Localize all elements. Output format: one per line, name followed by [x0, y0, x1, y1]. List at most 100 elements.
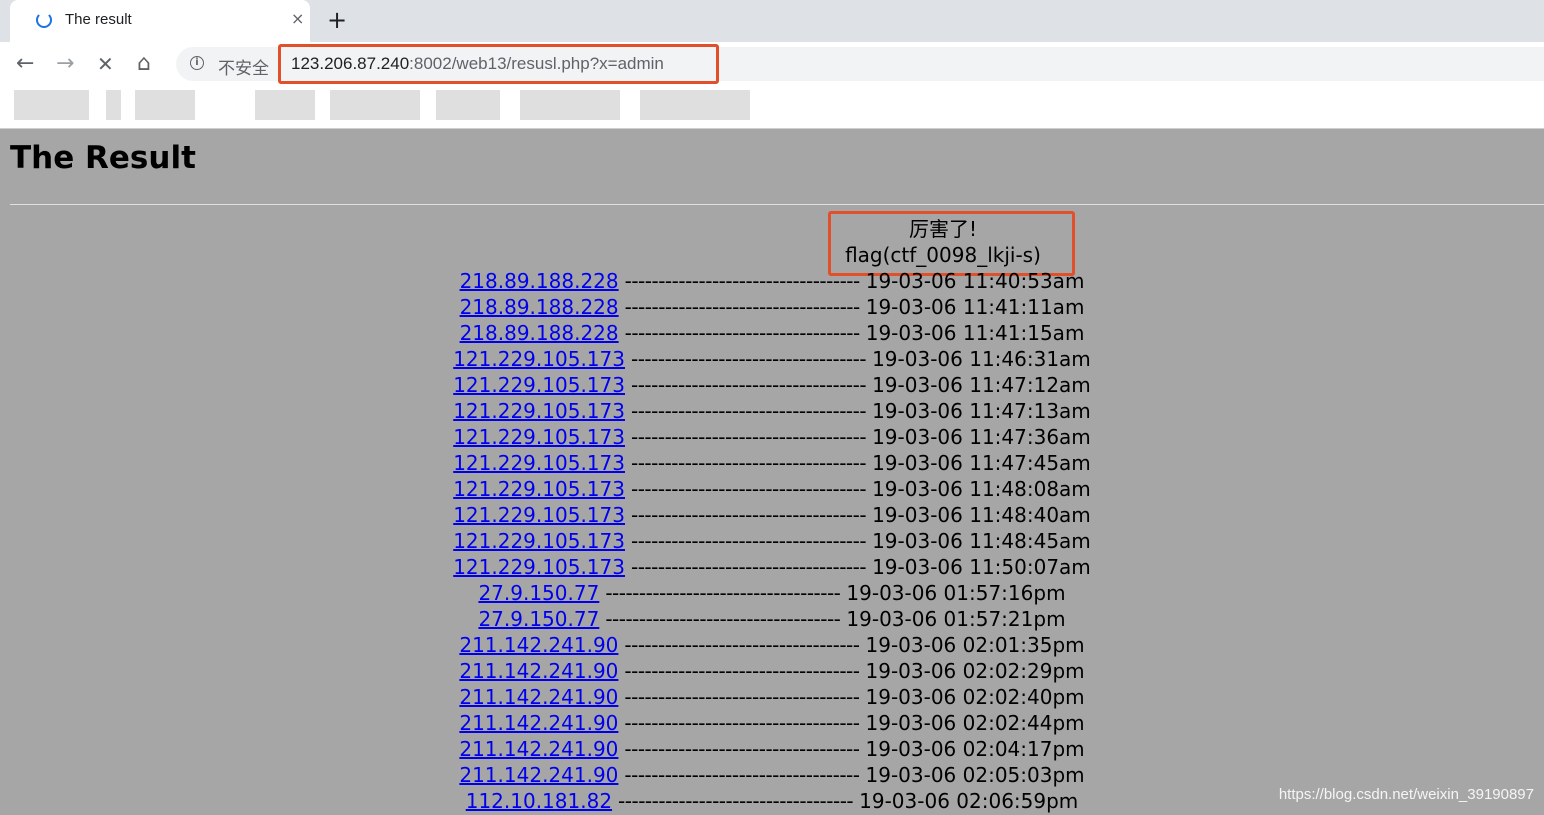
list-item: 121.229.105.173 -------------------------…	[0, 372, 1544, 398]
tab-title: The result	[65, 11, 132, 28]
list-item: 121.229.105.173 -------------------------…	[0, 502, 1544, 528]
dash-separator: -----------------------------------	[630, 529, 867, 553]
ip-link[interactable]: 218.89.188.228	[460, 295, 619, 319]
timestamp: 19-03-06 11:48:08am	[872, 477, 1091, 501]
back-button[interactable]: ←	[16, 50, 34, 78]
new-tab-button[interactable]: +	[327, 6, 347, 34]
list-item: 211.142.241.90 --------------------------…	[0, 632, 1544, 658]
timestamp: 19-03-06 11:47:45am	[872, 451, 1091, 475]
dash-separator: -----------------------------------	[630, 477, 867, 501]
dash-separator: -----------------------------------	[618, 789, 854, 813]
dash-separator: -----------------------------------	[624, 763, 860, 787]
browser-tab[interactable]: The result ×	[10, 0, 310, 42]
dash-separator: -----------------------------------	[630, 399, 867, 423]
ip-link[interactable]: 211.142.241.90	[459, 685, 618, 709]
list-item: 218.89.188.228 --------------------------…	[0, 294, 1544, 320]
blurred-bookmark	[330, 90, 420, 120]
dash-separator: -----------------------------------	[624, 711, 860, 735]
timestamp: 19-03-06 01:57:16pm	[846, 581, 1066, 605]
ip-link[interactable]: 121.229.105.173	[453, 373, 625, 397]
ip-link[interactable]: 211.142.241.90	[459, 737, 618, 761]
ip-link[interactable]: 218.89.188.228	[460, 321, 619, 345]
dash-separator: -----------------------------------	[624, 633, 860, 657]
dash-separator: -----------------------------------	[624, 295, 861, 319]
access-log-list: 218.89.188.228 --------------------------…	[0, 268, 1544, 814]
ip-link[interactable]: 121.229.105.173	[453, 347, 625, 371]
list-item: 218.89.188.228 --------------------------…	[0, 268, 1544, 294]
timestamp: 19-03-06 02:02:44pm	[865, 711, 1085, 735]
ip-link[interactable]: 218.89.188.228	[460, 269, 619, 293]
timestamp: 19-03-06 11:47:13am	[872, 399, 1091, 423]
info-icon[interactable]: i	[190, 56, 204, 70]
list-item: 121.229.105.173 -------------------------…	[0, 424, 1544, 450]
ip-link[interactable]: 211.142.241.90	[459, 659, 618, 683]
timestamp: 19-03-06 11:50:07am	[872, 555, 1091, 579]
url-highlight-box	[278, 44, 719, 84]
ip-link[interactable]: 121.229.105.173	[453, 451, 625, 475]
blurred-bookmark	[135, 90, 195, 120]
blurred-bookmark	[640, 90, 750, 120]
dash-separator: -----------------------------------	[605, 607, 841, 631]
tab-close-icon[interactable]: ×	[291, 9, 304, 28]
ip-link[interactable]: 121.229.105.173	[453, 399, 625, 423]
ip-link[interactable]: 121.229.105.173	[453, 503, 625, 527]
dash-separator: -----------------------------------	[630, 503, 867, 527]
ip-link[interactable]: 121.229.105.173	[453, 529, 625, 553]
timestamp: 19-03-06 11:41:15am	[865, 321, 1085, 345]
list-item: 211.142.241.90 --------------------------…	[0, 684, 1544, 710]
ip-link[interactable]: 121.229.105.173	[453, 555, 625, 579]
timestamp: 19-03-06 02:01:35pm	[865, 633, 1085, 657]
ip-link[interactable]: 121.229.105.173	[453, 477, 625, 501]
timestamp: 19-03-06 11:41:11am	[865, 295, 1085, 319]
timestamp: 19-03-06 02:05:03pm	[865, 763, 1085, 787]
ip-link[interactable]: 211.142.241.90	[459, 633, 618, 657]
forward-button[interactable]: →	[56, 50, 74, 78]
ip-link[interactable]: 27.9.150.77	[478, 607, 599, 631]
list-item: 218.89.188.228 --------------------------…	[0, 320, 1544, 346]
timestamp: 19-03-06 11:40:53am	[865, 269, 1085, 293]
list-item: 211.142.241.90 --------------------------…	[0, 710, 1544, 736]
dash-separator: -----------------------------------	[624, 659, 860, 683]
flag-highlight-box	[828, 211, 1075, 276]
dash-separator: -----------------------------------	[630, 451, 867, 475]
blurred-bookmark	[14, 90, 89, 120]
dash-separator: -----------------------------------	[630, 347, 867, 371]
list-item: 211.142.241.90 --------------------------…	[0, 736, 1544, 762]
list-item: 121.229.105.173 -------------------------…	[0, 476, 1544, 502]
list-item: 211.142.241.90 --------------------------…	[0, 658, 1544, 684]
timestamp: 19-03-06 11:48:40am	[872, 503, 1091, 527]
timestamp: 19-03-06 02:04:17pm	[865, 737, 1085, 761]
blurred-bookmark	[520, 90, 620, 120]
ip-link[interactable]: 211.142.241.90	[459, 763, 618, 787]
security-label[interactable]: 不安全	[218, 54, 269, 79]
stop-button[interactable]: ✕	[97, 50, 114, 78]
list-item: 121.229.105.173 -------------------------…	[0, 346, 1544, 372]
home-button[interactable]: ⌂	[137, 50, 151, 78]
list-item: 121.229.105.173 -------------------------…	[0, 398, 1544, 424]
dash-separator: -----------------------------------	[624, 321, 861, 345]
ip-link[interactable]: 121.229.105.173	[453, 425, 625, 449]
ip-link[interactable]: 211.142.241.90	[459, 711, 618, 735]
timestamp: 19-03-06 11:46:31am	[872, 347, 1091, 371]
ip-link[interactable]: 27.9.150.77	[478, 581, 599, 605]
list-item: 27.9.150.77 -----------------------------…	[0, 580, 1544, 606]
dash-separator: -----------------------------------	[605, 581, 841, 605]
list-item: 211.142.241.90 --------------------------…	[0, 762, 1544, 788]
dash-separator: -----------------------------------	[624, 269, 861, 293]
dash-separator: -----------------------------------	[624, 685, 860, 709]
dash-separator: -----------------------------------	[624, 737, 860, 761]
timestamp: 19-03-06 02:02:40pm	[865, 685, 1085, 709]
blurred-bookmark	[436, 90, 500, 120]
watermark: https://blog.csdn.net/weixin_39190897	[1278, 786, 1534, 803]
dash-separator: -----------------------------------	[630, 425, 867, 449]
page-title: The Result	[10, 140, 196, 176]
tab-strip: The result × +	[0, 0, 1544, 42]
ip-link[interactable]: 112.10.181.82	[466, 789, 612, 813]
timestamp: 19-03-06 11:48:45am	[872, 529, 1091, 553]
timestamp: 19-03-06 11:47:36am	[872, 425, 1091, 449]
list-item: 121.229.105.173 -------------------------…	[0, 528, 1544, 554]
blurred-bookmark	[255, 90, 315, 120]
loading-spinner-icon	[36, 12, 52, 28]
timestamp: 19-03-06 11:47:12am	[872, 373, 1091, 397]
list-item: 27.9.150.77 -----------------------------…	[0, 606, 1544, 632]
